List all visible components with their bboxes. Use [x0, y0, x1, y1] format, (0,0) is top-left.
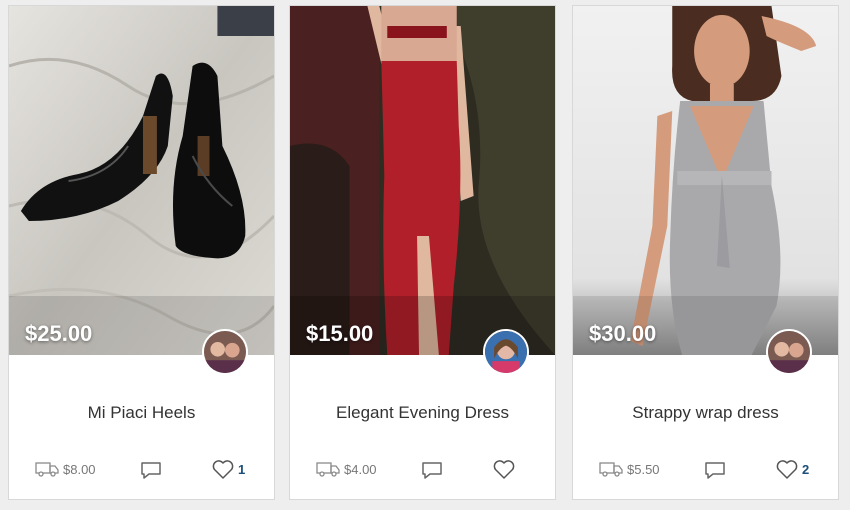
seller-avatar[interactable]	[202, 329, 248, 375]
truck-icon	[35, 462, 59, 477]
like-count: 2	[802, 461, 810, 477]
shipping-price: $4.00	[344, 461, 377, 477]
like-button[interactable]: 1	[211, 458, 245, 480]
seller-avatar[interactable]	[483, 329, 529, 375]
listing-price: $25.00	[25, 321, 93, 346]
listing-photo[interactable]: $15.00	[290, 6, 555, 355]
listing-title[interactable]: Strappy wrap dress	[573, 403, 838, 423]
like-button[interactable]	[492, 458, 519, 480]
shipping-info: $8.00	[35, 461, 96, 477]
listing-grid: $25.00 Mi Piaci Heels $8.00 1 $15.00 Ele…	[0, 0, 850, 510]
listing-actions: $4.00	[290, 457, 555, 483]
listing-photo[interactable]: $30.00	[573, 6, 838, 355]
shipping-info: $4.00	[316, 461, 377, 477]
listing-price: $15.00	[306, 321, 374, 346]
listing-title[interactable]: Mi Piaci Heels	[9, 403, 274, 423]
truck-icon	[316, 462, 340, 477]
listing-actions: $8.00 1	[9, 457, 274, 483]
shipping-info: $5.50	[599, 461, 660, 477]
listing-card[interactable]: $30.00 Strappy wrap dress $5.50 2	[572, 5, 839, 500]
listing-photo[interactable]: $25.00	[9, 6, 274, 355]
shipping-price: $8.00	[63, 461, 96, 477]
comment-bubble-icon[interactable]	[420, 459, 444, 481]
like-button[interactable]: 2	[775, 458, 809, 480]
shipping-price: $5.50	[627, 461, 660, 477]
comment-bubble-icon[interactable]	[703, 459, 727, 481]
truck-icon	[599, 462, 623, 477]
heart-icon	[776, 460, 798, 479]
seller-avatar[interactable]	[766, 329, 812, 375]
heart-icon	[212, 460, 234, 479]
listing-price: $30.00	[589, 321, 657, 346]
like-count: 1	[238, 461, 246, 477]
listing-card[interactable]: $25.00 Mi Piaci Heels $8.00 1	[8, 5, 275, 500]
listing-title[interactable]: Elegant Evening Dress	[290, 403, 555, 423]
heart-icon	[493, 460, 515, 479]
comment-bubble-icon[interactable]	[139, 459, 163, 481]
listing-actions: $5.50 2	[573, 457, 838, 483]
listing-card[interactable]: $15.00 Elegant Evening Dress $4.00	[289, 5, 556, 500]
